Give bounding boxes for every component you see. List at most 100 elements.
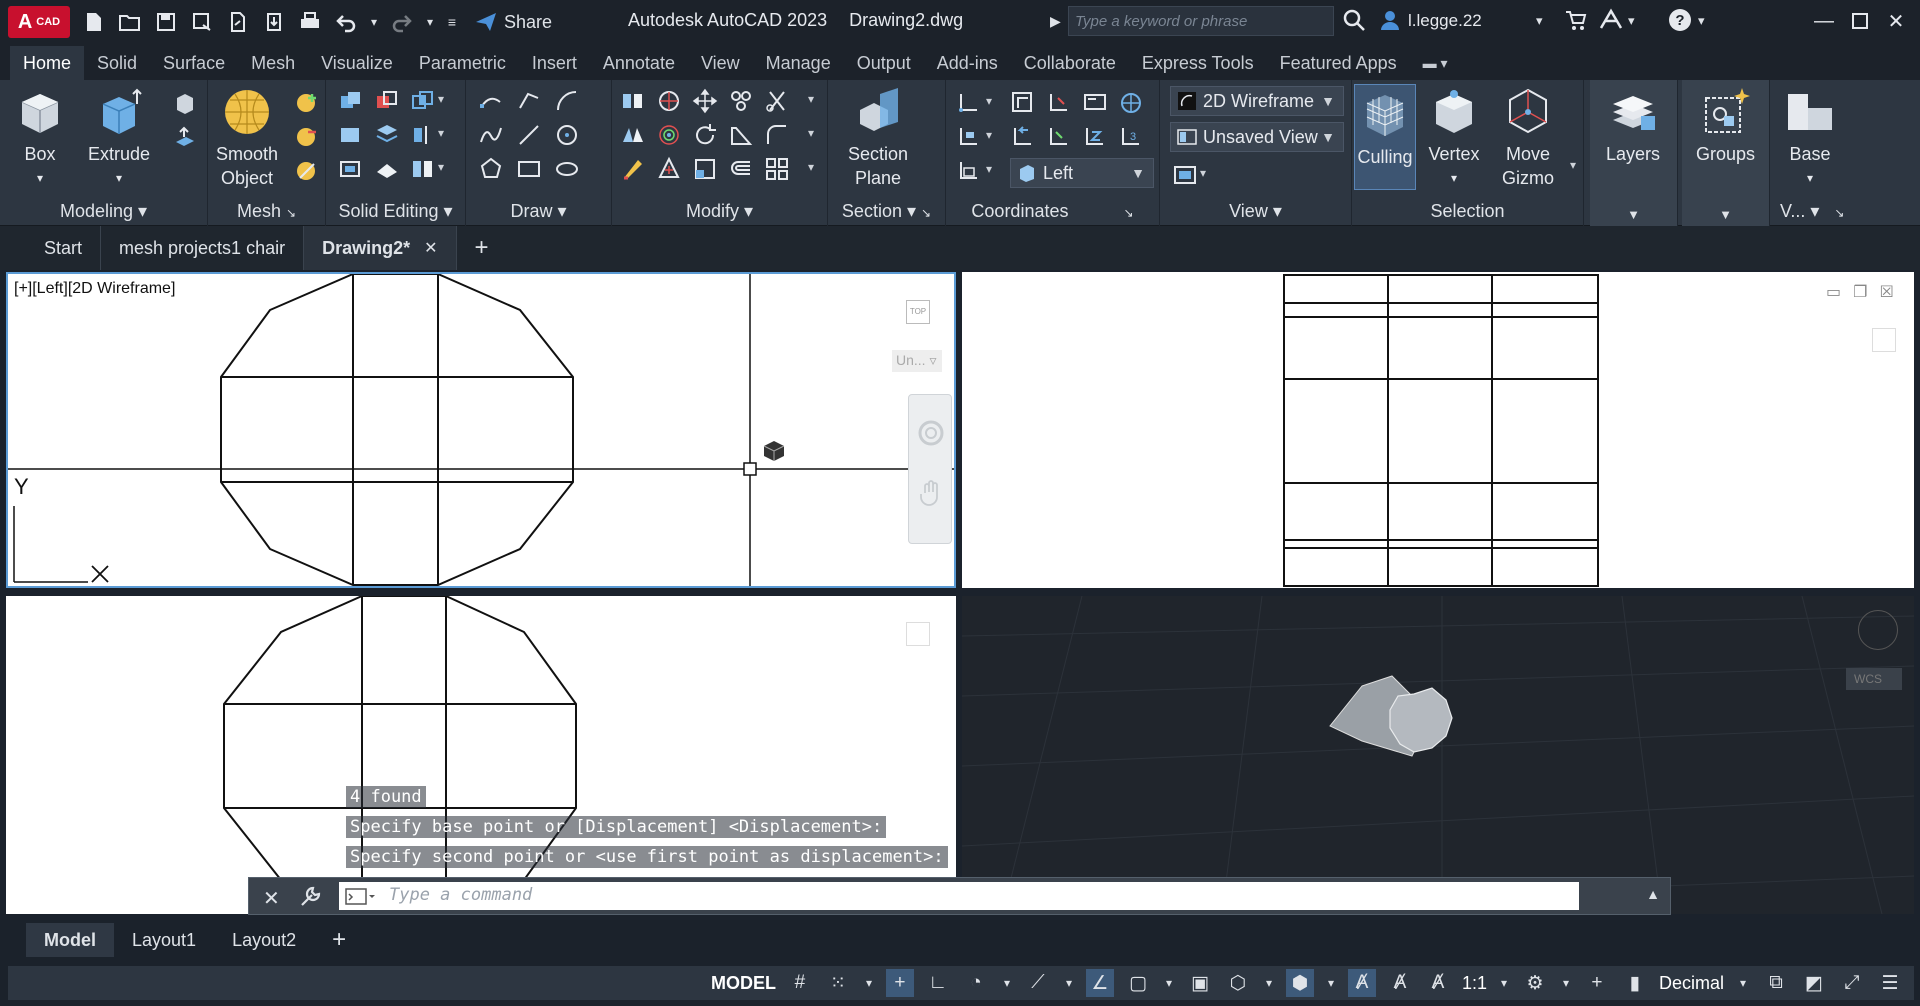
tab-manage[interactable]: Manage: [753, 46, 844, 80]
named-view-dropdown[interactable]: Unsaved View ▼: [1170, 122, 1344, 152]
object-snap-tracking-icon[interactable]: ∠: [1085, 969, 1114, 997]
ucs-3point-icon[interactable]: 3: [1118, 124, 1144, 150]
modify-panel-title[interactable]: Modify ▾: [612, 201, 827, 222]
3d-rotate-icon[interactable]: [656, 122, 682, 148]
spline-icon[interactable]: [478, 122, 504, 148]
search-icon[interactable]: [1342, 8, 1366, 38]
solid-editing-panel-title[interactable]: Solid Editing ▾: [326, 201, 465, 222]
view-direction-dropdown[interactable]: Left ▼: [1010, 158, 1154, 188]
tab-output[interactable]: Output: [844, 46, 924, 80]
subtract-icon[interactable]: [374, 88, 400, 114]
thicken-icon[interactable]: [410, 156, 436, 182]
graphics-performance-icon[interactable]: ◩: [1800, 969, 1828, 997]
ucs-origin-icon[interactable]: [956, 158, 982, 184]
ucs-previous-icon[interactable]: [1010, 124, 1036, 150]
base-tool[interactable]: Base ▾: [1784, 86, 1836, 190]
file-tab-start[interactable]: Start: [26, 226, 102, 270]
solid-editing-more-3[interactable]: ▾: [438, 160, 444, 174]
smooth-less-icon[interactable]: [294, 124, 320, 150]
vertex-tool[interactable]: Vertex ▾: [1428, 86, 1480, 190]
intersect-icon[interactable]: [410, 88, 436, 114]
3d-osnap-dropdown-icon[interactable]: ▾: [1324, 969, 1338, 997]
undo-icon[interactable]: [332, 8, 360, 36]
line-segment-icon[interactable]: [516, 122, 542, 148]
user-dropdown-icon[interactable]: ▾: [1536, 13, 1543, 29]
extract-edges-icon[interactable]: [410, 122, 436, 148]
ucs-z-icon[interactable]: [1082, 124, 1108, 150]
annotation-scale-icon[interactable]: Ⱥ: [1424, 969, 1452, 997]
viewcube-top[interactable]: TOP: [906, 300, 930, 324]
ucs-world-icon[interactable]: [1118, 90, 1144, 116]
file-tab-drawing2[interactable]: Drawing2* ✕: [304, 226, 457, 270]
fillet-icon[interactable]: [764, 122, 790, 148]
section-plane-tool[interactable]: Section Plane: [848, 86, 908, 190]
view-panel-title[interactable]: View ▾: [1160, 201, 1351, 222]
3d-osnap-icon[interactable]: ⬢: [1285, 969, 1314, 997]
viewcube-top-view[interactable]: [906, 622, 930, 646]
layout-tab-model[interactable]: Model: [26, 923, 114, 957]
units-dropdown-icon[interactable]: ▾: [1734, 969, 1752, 997]
ucs-more-2[interactable]: ▾: [986, 128, 992, 142]
modify-more-2[interactable]: ▾: [808, 126, 814, 140]
ucs-more-3[interactable]: ▾: [986, 162, 992, 176]
ortho-icon[interactable]: ∟: [924, 969, 952, 997]
polysolid-icon[interactable]: [172, 124, 198, 150]
circle-icon[interactable]: [554, 122, 580, 148]
units-icon[interactable]: ▮: [1621, 969, 1649, 997]
viewcube-front[interactable]: [1872, 328, 1896, 352]
user-name[interactable]: l.legge.22: [1408, 11, 1482, 31]
tab-mesh[interactable]: Mesh: [238, 46, 308, 80]
save-icon[interactable]: [152, 8, 180, 36]
interfere-icon[interactable]: [338, 122, 364, 148]
rotate-icon[interactable]: [692, 122, 718, 148]
gizmo-more[interactable]: ▾: [1570, 158, 1576, 172]
annotation-monitor-icon[interactable]: +: [1583, 969, 1611, 997]
close-tab-icon[interactable]: ✕: [424, 238, 437, 258]
snap-icon[interactable]: ⁙: [824, 969, 852, 997]
extrude-tool[interactable]: Extrude ▾: [88, 86, 150, 190]
help-icon[interactable]: ?: [1668, 8, 1692, 38]
cart-icon[interactable]: [1564, 8, 1588, 38]
a360-dropdown-icon[interactable]: ▾: [1628, 13, 1635, 29]
offset-icon[interactable]: [728, 156, 754, 182]
3d-move-icon[interactable]: [656, 88, 682, 114]
tab-solid[interactable]: Solid: [84, 46, 150, 80]
ucs-dropdown[interactable]: Un... ▿: [892, 350, 942, 372]
workspace-dropdown-icon[interactable]: ▾: [1559, 969, 1573, 997]
ellipse-icon[interactable]: [554, 156, 580, 182]
tab-featured-apps[interactable]: Featured Apps: [1267, 46, 1410, 80]
share-button[interactable]: Share: [474, 11, 552, 33]
viewport-config-icon[interactable]: [1172, 162, 1198, 188]
wcs-label[interactable]: WCS: [1846, 668, 1902, 690]
ucs-view-icon[interactable]: [1082, 90, 1108, 116]
model-space-toggle[interactable]: MODEL: [711, 973, 776, 994]
lineweight-icon[interactable]: ▣: [1186, 969, 1214, 997]
section-panel-title[interactable]: Section ▾ ↘: [828, 201, 945, 222]
object-snap-icon[interactable]: ▢: [1124, 969, 1152, 997]
modify-more-1[interactable]: ▾: [808, 92, 814, 106]
ribbon-minimize-icon[interactable]: ▬ ▾: [1410, 46, 1461, 80]
isodraft-dropdown-icon[interactable]: ▾: [1062, 969, 1076, 997]
polyline-icon[interactable]: [516, 88, 542, 114]
annotation-scale-value[interactable]: 1:1: [1462, 973, 1487, 994]
copy-object-icon[interactable]: [620, 88, 646, 114]
base-panel-title[interactable]: V... ▾ ↘: [1774, 201, 1920, 222]
new-tab-icon[interactable]: +: [457, 226, 507, 270]
groups-panel[interactable]: Groups ▼: [1682, 80, 1770, 226]
groups-expand-icon[interactable]: ▼: [1682, 207, 1769, 222]
publish-icon[interactable]: [260, 8, 288, 36]
stretch-icon[interactable]: [692, 156, 718, 182]
erase-icon[interactable]: [620, 156, 646, 182]
viewcube-3d[interactable]: [1858, 610, 1898, 650]
plot-icon[interactable]: [296, 8, 324, 36]
viewport-restore-icon[interactable]: ❐: [1853, 282, 1867, 302]
command-history-toggle-icon[interactable]: ▲: [1646, 886, 1660, 902]
array-icon[interactable]: [728, 88, 754, 114]
user-icon[interactable]: [1378, 8, 1402, 38]
arc-icon[interactable]: [554, 88, 580, 114]
infer-constraints-icon[interactable]: +: [885, 969, 914, 997]
new-file-icon[interactable]: [80, 8, 108, 36]
viewport-close-icon[interactable]: ☒: [1879, 282, 1893, 302]
polar-dropdown-icon[interactable]: ▾: [1000, 969, 1014, 997]
clean-screen-icon[interactable]: ⤢: [1838, 969, 1866, 997]
